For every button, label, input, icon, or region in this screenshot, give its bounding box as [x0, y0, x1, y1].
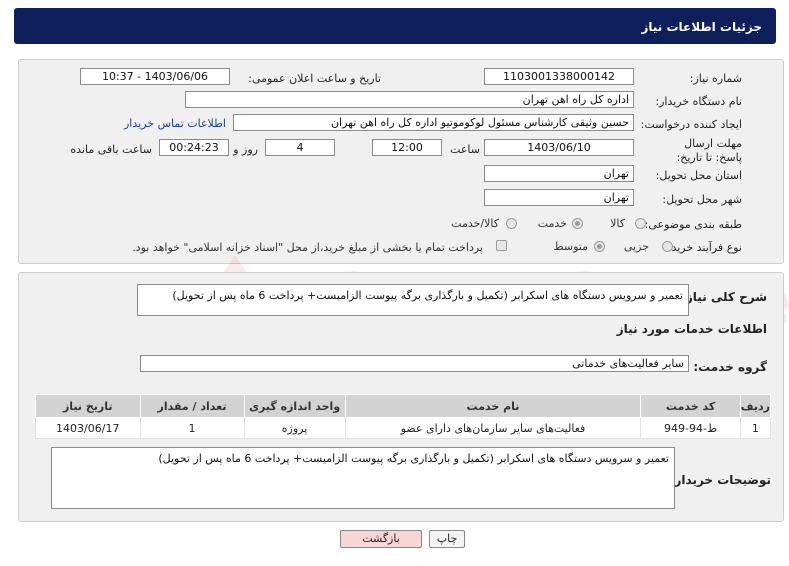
- purchase-type-option-medium: متوسط: [553, 240, 588, 253]
- category-radio-goods[interactable]: [635, 218, 646, 229]
- services-section-title: اطلاعات خدمات مورد نیاز: [616, 322, 767, 336]
- cell-unit: پروژه: [243, 417, 346, 439]
- need-number-label: شماره نیاز:: [689, 72, 742, 85]
- page-title: جزئیات اطلاعات نیاز: [641, 20, 762, 34]
- summary-textarea[interactable]: تعمیر و سرویس دستگاه های اسکرابر (تکمیل …: [137, 284, 689, 316]
- deadline-time-field: 12:00: [372, 139, 442, 156]
- creator-label: ایجاد کننده درخواست:: [640, 118, 742, 131]
- remaining-label: ساعت باقی مانده: [70, 143, 152, 156]
- need-number-field: 1103001338000142: [484, 68, 634, 85]
- purchase-type-option-minor: جزیی: [623, 240, 649, 253]
- col-header-row-number: ردیف: [739, 394, 772, 418]
- city-field: تهران: [484, 189, 634, 206]
- cell-quantity: 1: [139, 417, 245, 439]
- buyer-org-field: اداره کل راه اهن تهران: [185, 91, 634, 108]
- col-header-need-date: تاریخ نیاز: [35, 394, 141, 418]
- service-group-label: گروه خدمت:: [693, 360, 767, 374]
- city-label: شهر محل تحویل:: [662, 193, 742, 206]
- category-label: طبقه بندی موضوعی:: [644, 218, 742, 231]
- cell-service-code: ط-94-949: [640, 417, 741, 439]
- province-label: استان محل تحویل:: [655, 169, 742, 182]
- cell-row-number: 1: [739, 417, 772, 439]
- category-option-goods-service: کالا/خدمت: [451, 217, 499, 230]
- col-header-service-name: نام خدمت: [344, 394, 642, 418]
- col-header-quantity: تعداد / مقدار: [139, 394, 245, 418]
- deadline-time-label: ساعت: [450, 143, 480, 156]
- buyer-contact-link[interactable]: اطلاعات تماس خریدار: [124, 117, 226, 130]
- buyer-notes-textarea[interactable]: تعمیر و سرویس دستگاه های اسکرابر (تکمیل …: [51, 447, 675, 509]
- category-radio-goods-service[interactable]: [506, 218, 517, 229]
- days-field: 4: [265, 139, 335, 156]
- cell-need-date: 1403/06/17: [35, 417, 141, 439]
- category-option-goods: کالا: [610, 217, 625, 230]
- buyer-org-label: نام دستگاه خریدار:: [655, 95, 742, 108]
- service-group-field: سایر فعالیت‌های خدماتی: [140, 355, 689, 372]
- treasury-payment-note: پرداخت تمام یا بخشی از مبلغ خرید،از محل …: [132, 241, 483, 254]
- page-header: جزئیات اطلاعات نیاز: [14, 8, 776, 44]
- purchase-type-radio-medium[interactable]: [594, 241, 605, 252]
- back-button[interactable]: بازگشت: [340, 530, 422, 548]
- announce-label: تاریخ و ساعت اعلان عمومی:: [248, 72, 381, 85]
- category-radio-service[interactable]: [572, 218, 583, 229]
- days-label: روز و: [233, 143, 258, 156]
- buyer-notes-label: توضیحات خریدار:: [669, 473, 771, 487]
- col-header-service-code: کد خدمت: [640, 394, 741, 418]
- creator-field: حسین وثیقی کارشناس مسئول لوکوموتیو اداره…: [233, 114, 634, 131]
- services-table: ردیف کد خدمت نام خدمت واحد اندازه گیری ت…: [35, 394, 772, 439]
- col-header-unit: واحد اندازه گیری: [243, 394, 346, 418]
- announce-datetime-field: 1403/06/06 - 10:37: [80, 68, 230, 85]
- purchase-type-radio-minor[interactable]: [662, 241, 673, 252]
- category-option-service: خدمت: [537, 217, 567, 230]
- print-button[interactable]: چاپ: [429, 530, 465, 548]
- purchase-type-label: نوع فرآیند خرید :: [664, 241, 742, 254]
- deadline-label: مهلت ارسال پاسخ: تا تاریخ:: [676, 137, 742, 164]
- summary-label: شرح کلی نیاز:: [681, 290, 767, 304]
- province-field: تهران: [484, 165, 634, 182]
- remaining-time-field: 00:24:23: [159, 139, 229, 156]
- cell-service-name: فعالیت‌های سایر سازمان‌های دارای عضو: [344, 417, 642, 439]
- treasury-payment-checkbox[interactable]: [496, 240, 507, 251]
- table-row: 1 ط-94-949 فعالیت‌های سایر سازمان‌های دا…: [35, 417, 772, 439]
- deadline-date-field: 1403/06/10: [484, 139, 634, 156]
- services-table-header: ردیف کد خدمت نام خدمت واحد اندازه گیری ت…: [35, 394, 772, 418]
